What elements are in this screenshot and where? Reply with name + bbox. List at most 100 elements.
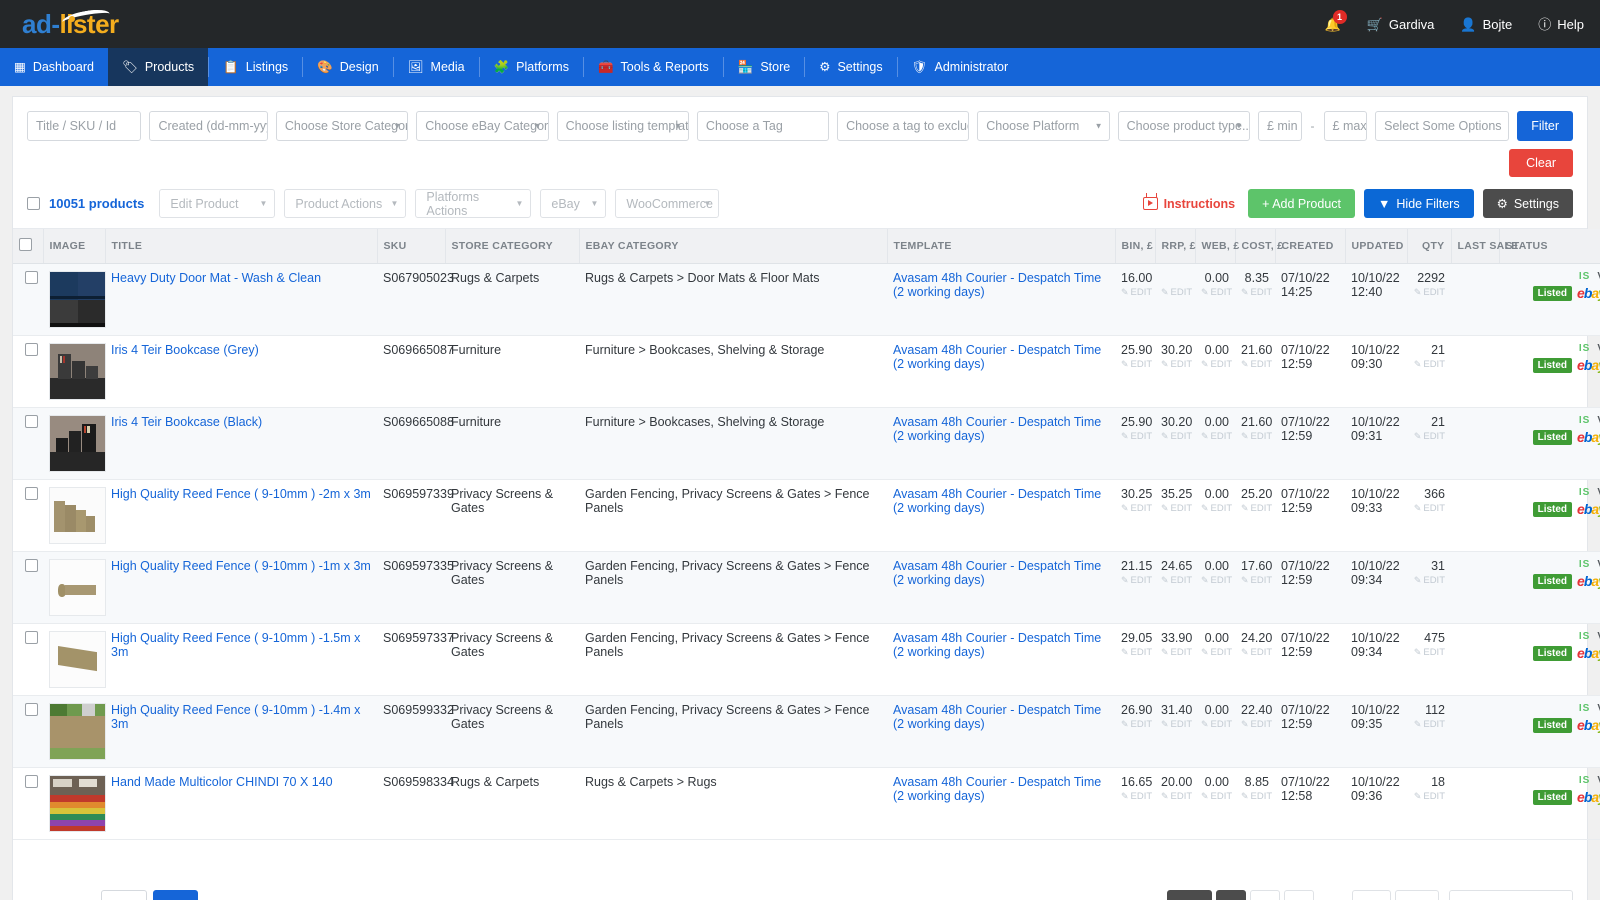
notifications-button[interactable]: 🔔 1 bbox=[1325, 9, 1347, 31]
edit-link[interactable]: ✎ EDIT bbox=[1241, 359, 1272, 370]
header-image[interactable]: IMAGE bbox=[43, 229, 106, 264]
row-checkbox[interactable] bbox=[25, 559, 38, 572]
edit-link[interactable]: ✎ EDIT bbox=[1121, 791, 1152, 802]
template-link[interactable]: Avasam 48h Courier - Despatch Time (2 wo… bbox=[893, 559, 1101, 587]
edit-link[interactable]: ✎ EDIT bbox=[1413, 431, 1445, 442]
edit-link[interactable]: ✎ EDIT bbox=[1201, 791, 1232, 802]
page-button-1[interactable]: 1 bbox=[1216, 890, 1247, 900]
product-thumbnail[interactable] bbox=[49, 487, 106, 544]
header-status[interactable]: STATUS ↑ bbox=[1499, 229, 1600, 264]
edit-link[interactable]: ✎ EDIT bbox=[1201, 719, 1232, 730]
edit-link[interactable]: ✎ EDIT bbox=[1161, 647, 1192, 658]
table-row[interactable]: Hand Made Multicolor CHINDI 70 X 140 S069… bbox=[13, 767, 1600, 840]
template-link[interactable]: Avasam 48h Courier - Despatch Time (2 wo… bbox=[893, 415, 1101, 443]
header-updated[interactable]: UPDATED bbox=[1345, 229, 1408, 264]
nav-item-products[interactable]: 🏷 Products bbox=[107, 48, 209, 86]
edit-link[interactable]: ✎ EDIT bbox=[1161, 791, 1192, 802]
add-product-button[interactable]: + Add Product bbox=[1248, 189, 1356, 218]
help-button[interactable]: ⓘ Help bbox=[1538, 17, 1584, 32]
edit-link[interactable]: ✎ EDIT bbox=[1241, 575, 1272, 586]
row-checkbox[interactable] bbox=[25, 703, 38, 716]
edit-link[interactable]: ✎ EDIT bbox=[1161, 431, 1192, 442]
filter-button[interactable]: Filter bbox=[1517, 111, 1574, 141]
edit-link[interactable]: ✎ EDIT bbox=[1241, 287, 1272, 298]
nav-item-design[interactable]: 🎨 Design bbox=[303, 48, 393, 86]
product-title-link[interactable]: High Quality Reed Fence ( 9-10mm ) -1.5m… bbox=[111, 631, 360, 659]
row-checkbox[interactable] bbox=[25, 487, 38, 500]
edit-link[interactable]: ✎ EDIT bbox=[1161, 719, 1192, 730]
edit-link[interactable]: ✎ EDIT bbox=[1241, 647, 1272, 658]
select-all-rows-checkbox[interactable] bbox=[19, 238, 32, 251]
user-account-button[interactable]: 👤 Bojte bbox=[1460, 17, 1512, 32]
options-multiselect[interactable]: Select Some Options bbox=[1375, 111, 1510, 141]
edit-link[interactable]: ✎ EDIT bbox=[1121, 287, 1152, 298]
edit-link[interactable]: ✎ EDIT bbox=[1121, 575, 1152, 586]
edit-link[interactable]: ✎ EDIT bbox=[1241, 503, 1272, 514]
nav-item-administrator[interactable]: 🛡 Administrator bbox=[898, 48, 1023, 86]
template-link[interactable]: Avasam 48h Courier - Despatch Time (2 wo… bbox=[893, 343, 1101, 371]
edit-link[interactable]: ✎ EDIT bbox=[1161, 575, 1192, 586]
edit-link[interactable]: ✎ EDIT bbox=[1241, 431, 1272, 442]
template-link[interactable]: Avasam 48h Courier - Despatch Time (2 wo… bbox=[893, 631, 1101, 659]
product-type-select[interactable]: Choose product type... ▼ bbox=[1117, 111, 1250, 141]
product-title-link[interactable]: High Quality Reed Fence ( 9-10mm ) -2m x… bbox=[111, 487, 371, 501]
nav-item-store[interactable]: 🏪 Store bbox=[724, 48, 804, 86]
edit-link[interactable]: ✎ EDIT bbox=[1413, 503, 1445, 514]
table-row[interactable]: Heavy Duty Door Mat - Wash & Clean S06790… bbox=[13, 263, 1600, 336]
header-bin[interactable]: BIN, £ bbox=[1115, 229, 1156, 264]
product-title-link[interactable]: Iris 4 Teir Bookcase (Black) bbox=[111, 415, 262, 429]
clear-button[interactable]: Clear bbox=[1509, 149, 1573, 177]
product-thumbnail[interactable] bbox=[49, 343, 106, 400]
table-row[interactable]: High Quality Reed Fence ( 9-10mm ) -1.5m… bbox=[13, 623, 1600, 696]
instructions-link[interactable]: Instructions bbox=[1142, 197, 1235, 211]
app-logo[interactable]: ad-lister bbox=[16, 6, 119, 40]
edit-link[interactable]: ✎ EDIT bbox=[1161, 287, 1192, 298]
edit-link[interactable]: ✎ EDIT bbox=[1201, 359, 1232, 370]
nav-item-settings[interactable]: ⚙ Settings bbox=[805, 48, 896, 86]
platform-select[interactable]: Choose Platform ▼ bbox=[977, 111, 1110, 141]
header-rrp[interactable]: RRP, £ bbox=[1155, 229, 1196, 264]
hide-filters-button[interactable]: ▼ Hide Filters bbox=[1364, 189, 1474, 218]
product-actions-dropdown[interactable]: Product Actions ▼ bbox=[284, 189, 407, 218]
woocommerce-dropdown[interactable]: WooCommerce ▼ bbox=[615, 189, 720, 218]
product-title-link[interactable]: High Quality Reed Fence ( 9-10mm ) -1m x… bbox=[111, 559, 371, 573]
edit-product-dropdown[interactable]: Edit Product ▼ bbox=[159, 189, 276, 218]
header-cost[interactable]: COST, £ bbox=[1235, 229, 1283, 264]
product-thumbnail[interactable] bbox=[49, 559, 106, 616]
per-page-select[interactable]: 50 per page ▼ bbox=[1449, 890, 1573, 900]
next-page-button[interactable]: Next bbox=[1395, 890, 1439, 900]
product-thumbnail[interactable] bbox=[49, 703, 106, 760]
header-qty[interactable]: QTY bbox=[1407, 229, 1452, 264]
edit-link[interactable]: ✎ EDIT bbox=[1413, 647, 1445, 658]
goto-page-input[interactable] bbox=[101, 890, 148, 900]
page-button-last[interactable]: 202 bbox=[1352, 890, 1392, 900]
template-link[interactable]: Avasam 48h Courier - Despatch Time (2 wo… bbox=[893, 703, 1101, 731]
tag-exclude-input[interactable]: Choose a tag to exclude bbox=[837, 111, 970, 141]
header-web[interactable]: WEB, £ bbox=[1195, 229, 1239, 264]
edit-link[interactable]: ✎ EDIT bbox=[1413, 719, 1445, 730]
product-thumbnail[interactable] bbox=[49, 775, 106, 832]
product-thumbnail[interactable] bbox=[49, 631, 106, 688]
edit-link[interactable]: ✎ EDIT bbox=[1413, 287, 1445, 298]
title-sku-id-input[interactable]: Title / SKU / Id bbox=[27, 111, 142, 141]
edit-link[interactable]: ✎ EDIT bbox=[1201, 287, 1232, 298]
go-button[interactable]: Go bbox=[153, 890, 199, 900]
edit-link[interactable]: ✎ EDIT bbox=[1121, 359, 1152, 370]
row-checkbox[interactable] bbox=[25, 631, 38, 644]
ebay-category-select[interactable]: Choose eBay Category ▼ bbox=[416, 111, 549, 141]
edit-link[interactable]: ✎ EDIT bbox=[1161, 503, 1192, 514]
listing-template-select[interactable]: Choose listing templat... ▼ bbox=[556, 111, 689, 141]
product-thumbnail[interactable] bbox=[49, 415, 106, 472]
nav-item-dashboard[interactable]: ▦ Dashboard bbox=[0, 48, 108, 86]
nav-item-listings[interactable]: 📋 Listings bbox=[209, 48, 302, 86]
edit-link[interactable]: ✎ EDIT bbox=[1413, 575, 1445, 586]
template-link[interactable]: Avasam 48h Courier - Despatch Time (2 wo… bbox=[893, 775, 1101, 803]
template-link[interactable]: Avasam 48h Courier - Despatch Time (2 wo… bbox=[893, 271, 1101, 299]
store-account-button[interactable]: 🛒 Gardiva bbox=[1367, 17, 1435, 32]
table-row[interactable]: High Quality Reed Fence ( 9-10mm ) -2m x… bbox=[13, 479, 1600, 552]
table-row[interactable]: High Quality Reed Fence ( 9-10mm ) -1.4m… bbox=[13, 695, 1600, 768]
page-button-2[interactable]: 2 bbox=[1250, 890, 1281, 900]
table-row[interactable]: High Quality Reed Fence ( 9-10mm ) -1m x… bbox=[13, 551, 1600, 624]
header-template[interactable]: TEMPLATE bbox=[887, 229, 1116, 264]
row-checkbox[interactable] bbox=[25, 415, 38, 428]
